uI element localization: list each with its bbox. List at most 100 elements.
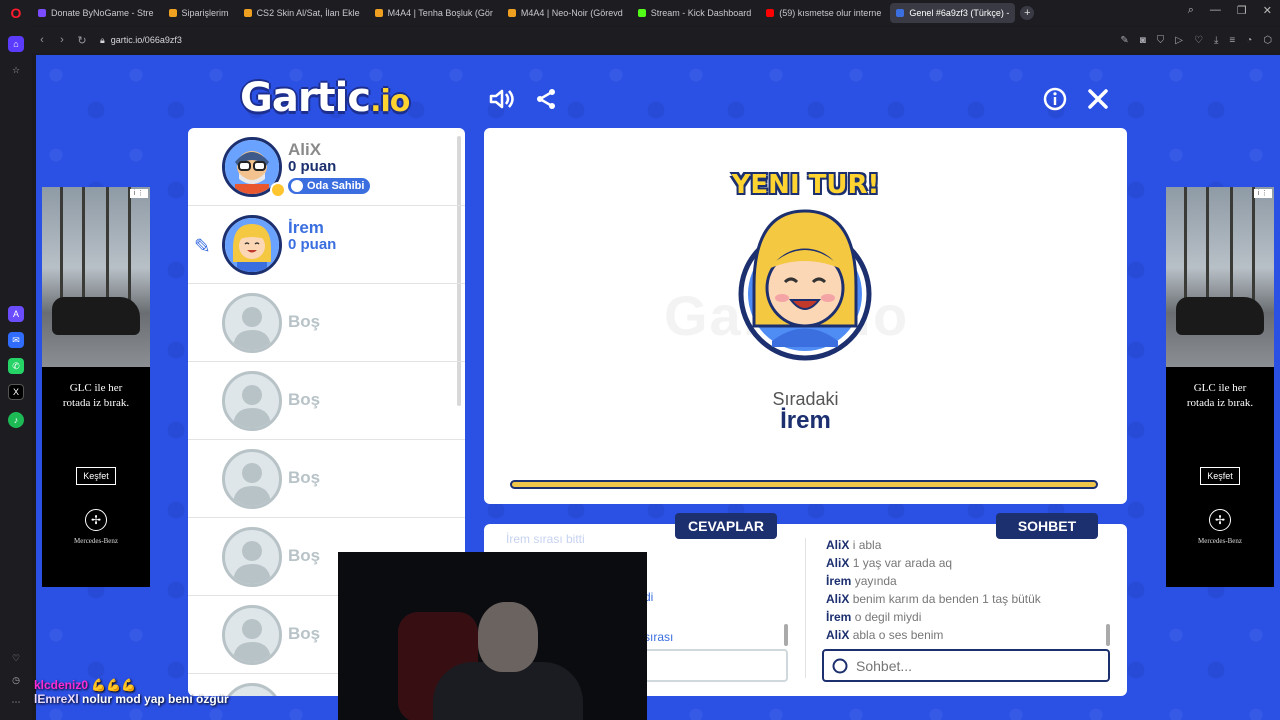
car-image [1176,297,1264,335]
aria-icon[interactable]: A [8,306,24,322]
tab-favicon-icon [896,9,905,17]
answer-input[interactable] [644,649,788,682]
address-bar: ‹ › ↻ 🔒︎ gartic.io/066a9zf3 ✎ ◙ ⛉ ▷ ♡ ⤓ … [32,27,1280,53]
empty-avatar-icon [222,527,282,587]
empty-avatar-icon [222,605,282,665]
share-icon[interactable] [532,85,560,113]
heart-icon[interactable]: ♡ [8,650,24,666]
url-field[interactable]: 🔒︎ gartic.io/066a9zf3 [100,35,182,46]
browser-tab-active[interactable]: Genel #6a9zf3 (Türkçe) - [890,3,1016,23]
owner-badge: Oda Sahibi [288,178,371,194]
new-tab-button[interactable]: + [1020,6,1035,20]
download-icon[interactable]: ⤓ [1214,35,1218,46]
ad-photo [1166,187,1274,367]
player-avatar [222,215,282,275]
lock-icon: 🔒︎ [100,34,105,45]
tab-favicon-icon [374,9,383,17]
edit-icon[interactable]: ✎ [1120,35,1128,46]
messenger-icon[interactable]: ✉ [8,332,24,348]
extensions-icon[interactable]: ⬡ [1263,35,1272,46]
tab-favicon-icon [637,9,646,17]
chat-input-box[interactable] [822,649,1110,682]
chat-message: AliX 1 yaş var arada aq [826,556,953,570]
empty-slot[interactable]: Boş [188,284,465,362]
info-icon[interactable] [1041,85,1069,113]
ad-choices-icon[interactable]: i ⋮ [130,189,148,198]
empty-avatar-icon [222,293,282,353]
tab-favicon-icon [243,9,252,17]
empty-slot[interactable]: Boş [188,362,465,440]
empty-avatar-icon [222,449,282,509]
gartic-logo: Gartic.io [240,75,410,121]
browser-tab-bar: O Donate ByNoGame - Stre Siparişlerim CS… [0,0,1280,26]
play-icon[interactable]: ▷ [1175,35,1183,46]
chat-message: İrem yayında [826,574,897,588]
browser-tab[interactable]: Stream - Kick Dashboard [632,3,758,23]
ad-cta-button[interactable]: Keşfet [76,467,116,485]
ad-banner-right[interactable]: i ⋮ GLC ile her rotada iz bırak. Keşfet ✢… [1166,187,1274,587]
ad-cta-button[interactable]: Keşfet [1200,467,1240,485]
player-row[interactable]: AliX 0 puan Oda Sahibi [188,128,465,206]
opera-logo-icon[interactable]: O [0,0,32,26]
panel-divider [805,538,806,678]
browser-tab[interactable]: M4A4 | Neo-Noir (Görevd [502,3,629,23]
empty-avatar-icon [222,371,282,431]
ad-slogan: GLC ile her rotada iz bırak. [62,382,130,409]
round-timer-bar [510,480,1098,489]
sound-icon[interactable] [488,85,516,113]
tab-favicon-icon [507,9,516,17]
x-icon[interactable]: X [8,384,24,400]
minimize-icon[interactable]: — [1210,4,1221,17]
browser-tab[interactable]: Siparişlerim [163,3,235,23]
camera-icon[interactable]: ◙ [1140,35,1146,46]
home-icon[interactable]: ⌂ [8,36,24,52]
forward-icon[interactable]: › [52,34,72,46]
tab-chat[interactable]: SOHBET [996,513,1098,539]
empty-slot[interactable]: Boş [188,440,465,518]
answer-line: sırası [644,630,674,644]
maximize-icon[interactable]: ❐ [1237,4,1247,17]
chat-scrollbar[interactable] [1106,624,1110,646]
whatsapp-icon[interactable]: ✆ [8,358,24,374]
chat-bubble-icon [832,658,848,673]
address-bar-actions: ✎ ◙ ⛉ ▷ ♡ ⤓ ≡ ◔ ⬡ [1120,35,1272,46]
car-image [52,297,140,335]
chat-input[interactable] [856,657,1086,674]
search-tabs-icon[interactable]: ⌕ [1188,4,1194,17]
chat-message: AliX benim karım da benden 1 taş bütük [826,592,1041,606]
ad-slogan: GLC ile her rotada iz bırak. [1186,382,1254,409]
ad-banner-left[interactable]: i ⋮ GLC ile her rotada iz bırak. Keşfet ✢… [42,187,150,587]
heart-icon[interactable]: ♡ [1194,35,1203,46]
reload-icon[interactable]: ↻ [72,34,92,47]
player-row[interactable]: ✎ İrem 0 puan [188,206,465,284]
empty-avatar-icon [222,683,282,696]
browser-tab[interactable]: CS2 Skin Al/Sat, İlan Ekle [238,3,366,23]
owner-crown-icon [270,182,286,198]
star-icon[interactable]: ☆ [8,62,24,78]
back-icon[interactable]: ‹ [32,34,52,46]
mercedes-logo-icon: ✢ [85,509,107,531]
pencil-icon: ✎ [194,236,211,258]
browser-tab[interactable]: M4A4 | Tenha Boşluk (Gör [369,3,499,23]
mercedes-logo-icon: ✢ [1209,509,1231,531]
answers-scrollbar[interactable] [784,624,788,646]
history-icon[interactable]: ◷ [8,672,24,688]
spotify-icon[interactable]: ♪ [8,412,24,428]
profile-icon[interactable]: ◔ [1246,35,1252,46]
stream-chat-line: klcdeniz0 💪💪💪 [34,678,137,692]
menu-icon[interactable]: ≡ [1229,35,1235,46]
close-window-icon[interactable]: ✕ [1263,4,1272,17]
tab-answers[interactable]: CEVAPLAR [675,513,777,539]
ad-photo [42,187,150,367]
close-icon[interactable] [1084,85,1112,113]
tab-favicon-icon [38,9,46,17]
new-round-headline: YENI TUR! [731,170,880,200]
browser-tab[interactable]: Donate ByNoGame - Stre [32,3,160,23]
ad-brand: Mercedes-Benz [1198,537,1242,545]
shield-icon[interactable]: ⛉ [1157,35,1165,46]
ad-choices-icon[interactable]: i ⋮ [1254,189,1272,198]
more-icon[interactable]: ⋯ [8,694,24,710]
browser-tab[interactable]: (59) kısmetse olur interne [760,3,887,23]
tab-favicon-icon [168,9,177,17]
stream-chat-overlay: klcdeniz0 💪💪💪 lEmreXl nolur mod yap beni… [34,678,229,706]
